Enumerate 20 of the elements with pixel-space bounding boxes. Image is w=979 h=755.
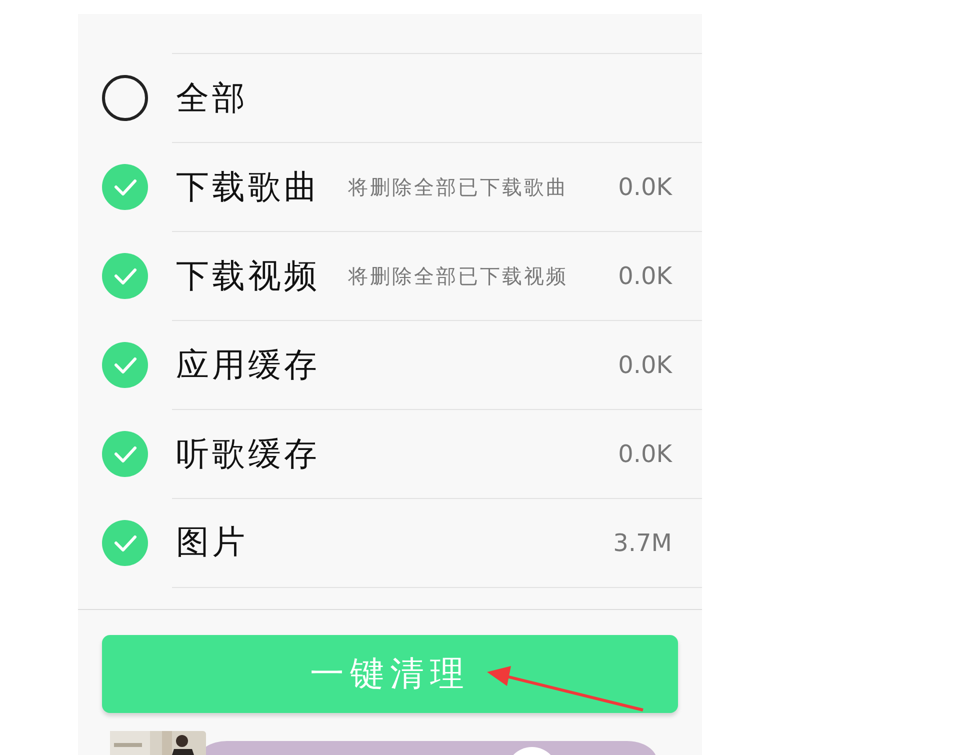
clean-button[interactable]: 一键清理 (102, 635, 678, 713)
item-size: 0.0K (618, 351, 672, 379)
item-label: 下载歌曲 (176, 166, 320, 208)
item-label: 全部 (176, 76, 248, 118)
checkbox[interactable] (102, 75, 148, 121)
item-size: 3.7M (613, 528, 672, 556)
item-description: 将删除全部已下载视频 (348, 262, 568, 290)
checkbox[interactable] (102, 342, 148, 388)
item-size: 0.0K (618, 173, 672, 201)
item-label: 图片 (176, 521, 248, 563)
item-label: 下载视频 (176, 254, 320, 296)
item-size: 0.0K (618, 440, 672, 468)
checkbox[interactable] (102, 520, 148, 566)
checkbox[interactable] (102, 431, 148, 477)
checkbox[interactable] (102, 164, 148, 210)
item-size: 0.0K (618, 262, 672, 290)
item-label: 应用缓存 (176, 344, 320, 386)
item-label: 听歌缓存 (176, 432, 320, 474)
checkbox[interactable] (102, 253, 148, 299)
item-description: 将删除全部已下载歌曲 (348, 174, 568, 200)
